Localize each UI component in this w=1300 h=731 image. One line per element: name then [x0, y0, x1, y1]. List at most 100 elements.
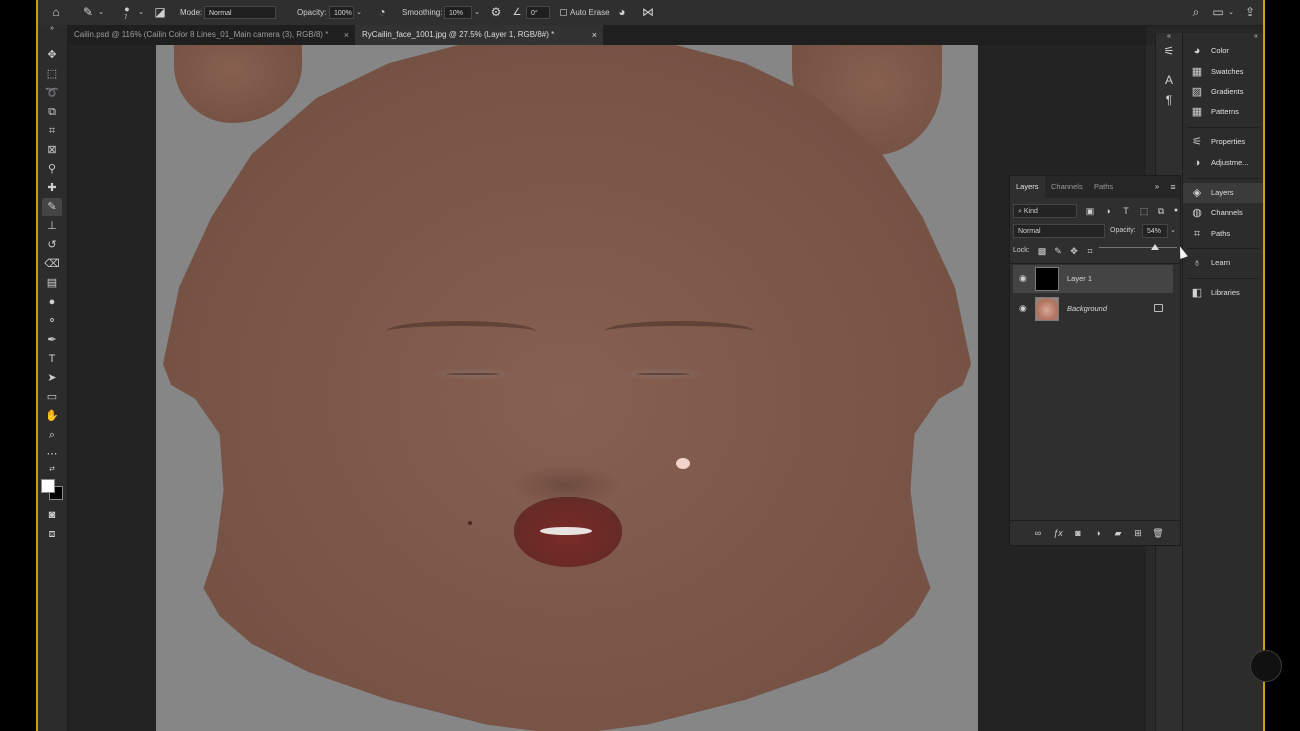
dock-item-paths[interactable]: ⌗ Paths [1183, 224, 1263, 244]
fx-icon[interactable]: ƒx [1050, 521, 1066, 545]
new-adjustment-icon[interactable]: ◑ [1090, 521, 1106, 545]
pressure-opacity-icon[interactable]: ◔ [374, 0, 390, 25]
tab-paths[interactable]: Paths [1088, 176, 1119, 198]
eye-visibility-icon[interactable]: ◉ [1019, 303, 1027, 314]
close-icon[interactable]: × [344, 25, 349, 45]
collapse-strip-icon[interactable]: « [1160, 33, 1178, 41]
dock-item-gradients[interactable]: ▨ Gradients [1183, 82, 1263, 102]
new-group-icon[interactable]: ▰ [1110, 521, 1126, 545]
dock-item-swatches[interactable]: ▦ Swatches [1183, 62, 1263, 82]
tab-cailin-psd[interactable]: Cailin.psd @ 116% (Cailin Color 8 Lines_… [67, 25, 355, 45]
lock-transparency-icon[interactable]: ▩ [1035, 244, 1049, 258]
tab-layers[interactable]: Layers [1010, 176, 1045, 198]
gear-icon[interactable]: ⚙ [488, 0, 504, 25]
filter-pixel-icon[interactable]: ▣ [1083, 204, 1097, 218]
quick-mask-icon[interactable]: ◙ [42, 506, 62, 524]
add-mask-icon[interactable]: ◙ [1070, 521, 1086, 545]
character-panel-icon[interactable]: A [1160, 71, 1178, 89]
chevron-down-icon[interactable]: ⌄ [96, 0, 106, 25]
brush-settings-panel-icon[interactable]: ◪ [152, 0, 168, 25]
dock-item-patterns[interactable]: ▦ Patterns [1183, 102, 1263, 122]
angle-field[interactable]: 0° [526, 6, 550, 19]
filter-smart-object-icon[interactable]: ⧉ [1154, 204, 1168, 218]
marquee-tool-icon[interactable]: ⬚ [42, 65, 62, 83]
lasso-tool-icon[interactable]: ➰ [42, 84, 62, 102]
history-brush-tool-icon[interactable]: ↺ [42, 236, 62, 254]
chevron-down-icon[interactable]: ⌄ [354, 0, 364, 25]
tab-channels[interactable]: Channels [1045, 176, 1089, 198]
opacity-field[interactable]: 100% [329, 6, 354, 19]
chevron-down-icon[interactable]: ⌄ [1168, 224, 1178, 238]
collapse-toolbar-icon[interactable]: » [42, 25, 62, 33]
auto-erase-checkbox[interactable] [560, 9, 567, 16]
zoom-tool-icon[interactable]: ⌕ [42, 426, 62, 444]
close-icon[interactable]: × [592, 25, 597, 45]
frame-tool-icon[interactable]: ⊠ [42, 141, 62, 159]
pressure-size-icon[interactable]: ◕ [614, 0, 630, 25]
opacity-slider-popup[interactable] [1099, 243, 1177, 253]
filter-shape-icon[interactable]: ⬚ [1137, 204, 1151, 218]
panel-menu-icon[interactable]: ≡ [1166, 180, 1180, 194]
dock-item-adjustments[interactable]: ◑ Adjustme... [1183, 153, 1263, 173]
hand-tool-icon[interactable]: ✋ [42, 407, 62, 425]
dock-item-color[interactable]: ◕ Color [1183, 41, 1263, 61]
layer-row-layer-1[interactable]: ◉ Layer 1 [1013, 265, 1173, 293]
layer-row-background[interactable]: ◉ Background [1013, 295, 1173, 323]
dodge-tool-icon[interactable]: ⚬ [42, 312, 62, 330]
dock-item-learn[interactable]: ♁ Learn [1183, 253, 1263, 273]
swap-colors-icon[interactable]: ⇄ [42, 465, 62, 475]
rectangle-tool-icon[interactable]: ▭ [42, 388, 62, 406]
dock-item-properties[interactable]: ⚟ Properties [1183, 132, 1263, 152]
collapse-panel-icon[interactable]: » [1150, 180, 1164, 194]
eraser-tool-icon[interactable]: ⌫ [42, 255, 62, 273]
chevron-down-icon[interactable]: ⌄ [472, 0, 482, 25]
screen-mode-icon[interactable]: ⧈ [42, 525, 62, 543]
object-selection-tool-icon[interactable]: ⧉ [42, 103, 62, 121]
more-tools-icon[interactable]: ⋯ [42, 445, 62, 463]
trash-icon[interactable]: 🗑 [1150, 521, 1166, 545]
paragraph-panel-icon[interactable]: ¶ [1160, 91, 1178, 109]
symmetry-butterfly-icon[interactable]: ⋈ [640, 0, 656, 25]
chevron-down-icon[interactable]: ⌄ [1226, 0, 1236, 25]
tab-rycailin-face[interactable]: RyCailin_face_1001.jpg @ 27.5% (Layer 1,… [355, 25, 603, 45]
foreground-color-swatch[interactable] [41, 479, 55, 493]
filter-toggle-icon[interactable]: ● [1169, 204, 1183, 218]
move-tool-icon[interactable]: ✥ [42, 46, 62, 64]
search-icon[interactable]: ⌕ [1188, 0, 1204, 25]
dock-item-layers[interactable]: ◈ Layers [1183, 183, 1263, 203]
smoothing-field[interactable]: 10% [444, 6, 472, 19]
link-layers-icon[interactable]: ∞ [1030, 521, 1046, 545]
pencil-tool-icon[interactable]: ✎ [42, 198, 62, 216]
filter-type-icon[interactable]: T [1119, 204, 1133, 218]
corner-round-button[interactable] [1250, 650, 1282, 682]
clone-stamp-tool-icon[interactable]: ⊥ [42, 217, 62, 235]
layer-opacity-field[interactable]: 54% [1142, 224, 1168, 238]
new-layer-icon[interactable]: ⊞ [1130, 521, 1146, 545]
crop-tool-icon[interactable]: ⌗ [42, 122, 62, 140]
dock-item-channels[interactable]: ◍ Channels [1183, 203, 1263, 223]
filter-kind-select[interactable]: ⌕ Kind [1013, 204, 1077, 218]
collapse-dock-icon[interactable]: « [1247, 33, 1263, 41]
canvas-area[interactable] [68, 45, 1147, 731]
pencil-tool-preset-icon[interactable]: ✎ [80, 0, 96, 25]
lock-artboard-icon[interactable]: ⌗ [1083, 244, 1097, 258]
blur-tool-icon[interactable]: ● [42, 293, 62, 311]
blend-mode-select[interactable]: Normal [1013, 224, 1105, 238]
dock-item-libraries[interactable]: ◧ Libraries [1183, 283, 1263, 303]
slider-thumb[interactable] [1151, 244, 1160, 250]
home-icon[interactable]: ⌂ [48, 0, 64, 25]
chevron-down-icon[interactable]: ⌄ [136, 0, 146, 25]
eye-visibility-icon[interactable]: ◉ [1019, 273, 1027, 284]
pen-tool-icon[interactable]: ✒ [42, 331, 62, 349]
filter-adjustment-icon[interactable]: ◑ [1101, 204, 1115, 218]
lock-position-icon[interactable]: ✥ [1067, 244, 1081, 258]
healing-brush-tool-icon[interactable]: ✚ [42, 179, 62, 197]
type-tool-icon[interactable]: T [42, 350, 62, 368]
lock-pixels-icon[interactable]: ✎ [1051, 244, 1065, 258]
gradient-tool-icon[interactable]: ▤ [42, 274, 62, 292]
workspace-icon[interactable]: ▭ [1210, 0, 1226, 25]
document-canvas[interactable] [156, 45, 978, 731]
mode-select[interactable]: Normal [204, 6, 276, 19]
brush-settings-icon[interactable]: ⚟ [1160, 42, 1178, 60]
share-icon[interactable]: ⇪ [1242, 0, 1258, 25]
